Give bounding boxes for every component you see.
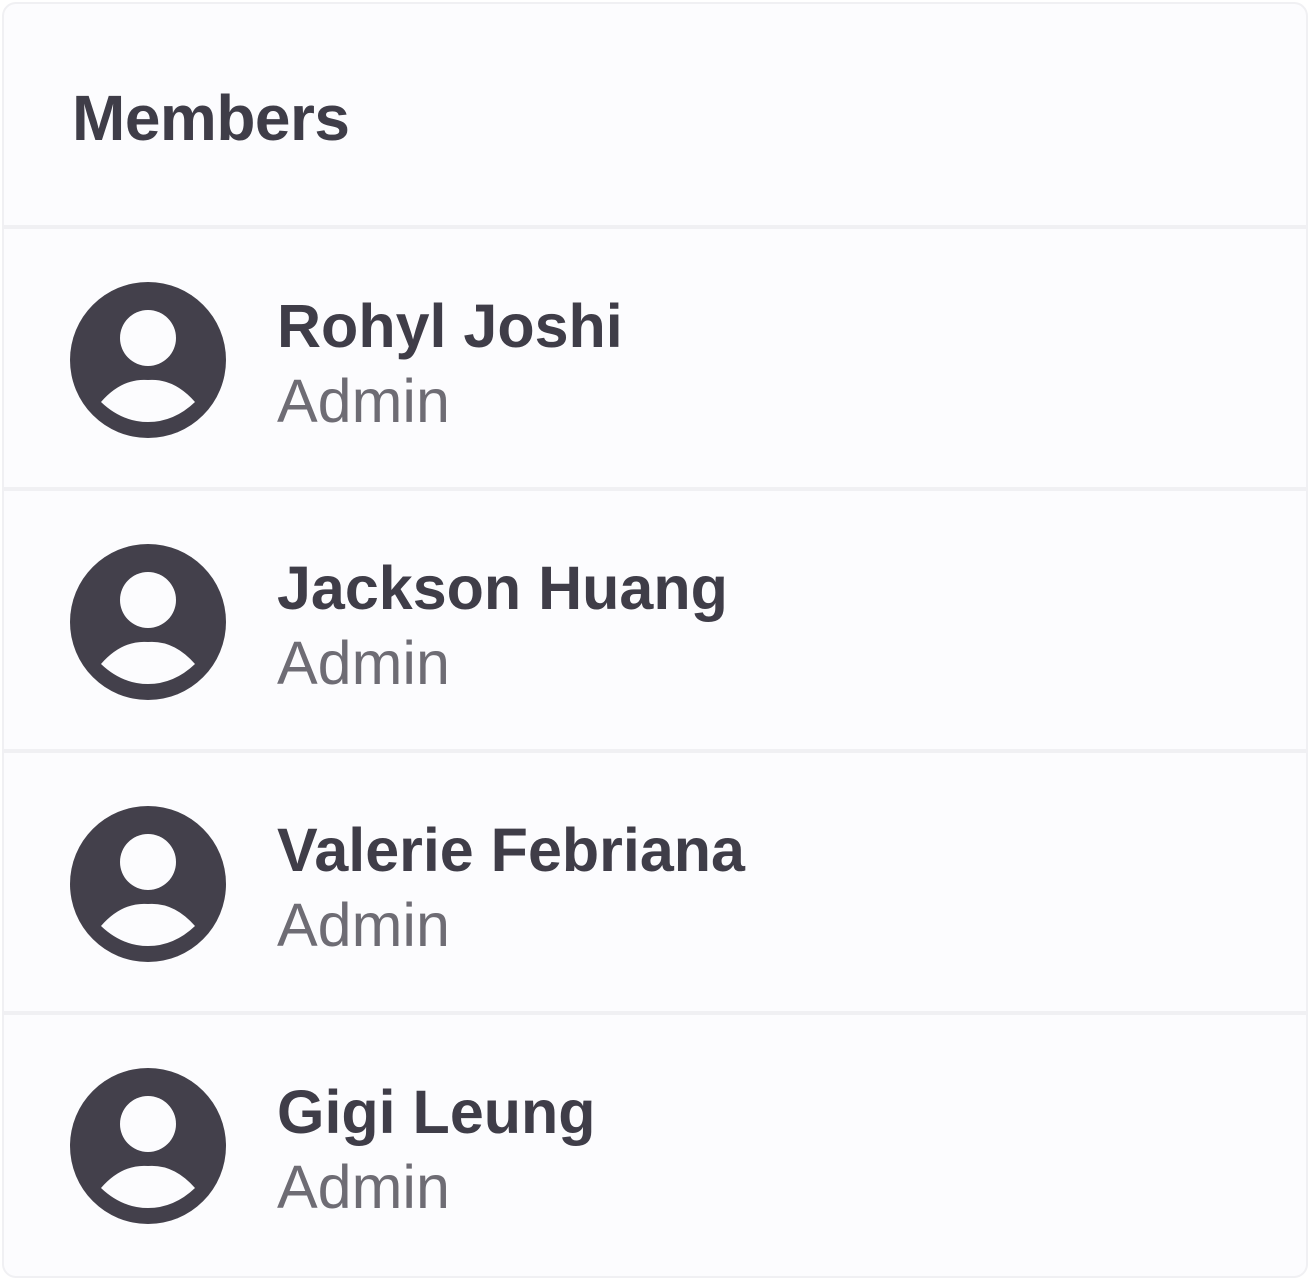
members-panel: Members Rohyl Joshi Admin Jackson Huang …	[2, 2, 1308, 1278]
user-avatar-icon	[70, 1068, 226, 1224]
user-avatar-icon	[70, 806, 226, 962]
member-name: Valerie Febriana	[277, 816, 745, 884]
user-avatar-icon	[70, 282, 226, 438]
user-avatar-icon	[70, 544, 226, 700]
member-name: Gigi Leung	[277, 1078, 596, 1146]
member-role: Admin	[277, 1153, 450, 1221]
member-list: Rohyl Joshi Admin Jackson Huang Admin Va…	[4, 229, 1306, 1273]
member-name: Jackson Huang	[277, 554, 728, 622]
member-role: Admin	[277, 891, 450, 959]
member-row[interactable]: Gigi Leung Admin	[4, 1015, 1306, 1273]
member-name: Rohyl Joshi	[277, 292, 623, 360]
member-row[interactable]: Rohyl Joshi Admin	[4, 229, 1306, 491]
member-row[interactable]: Jackson Huang Admin	[4, 491, 1306, 753]
members-header: Members	[4, 4, 1306, 229]
member-row[interactable]: Valerie Febriana Admin	[4, 753, 1306, 1015]
member-role: Admin	[277, 367, 450, 435]
member-role: Admin	[277, 629, 450, 697]
members-title: Members	[72, 82, 350, 154]
